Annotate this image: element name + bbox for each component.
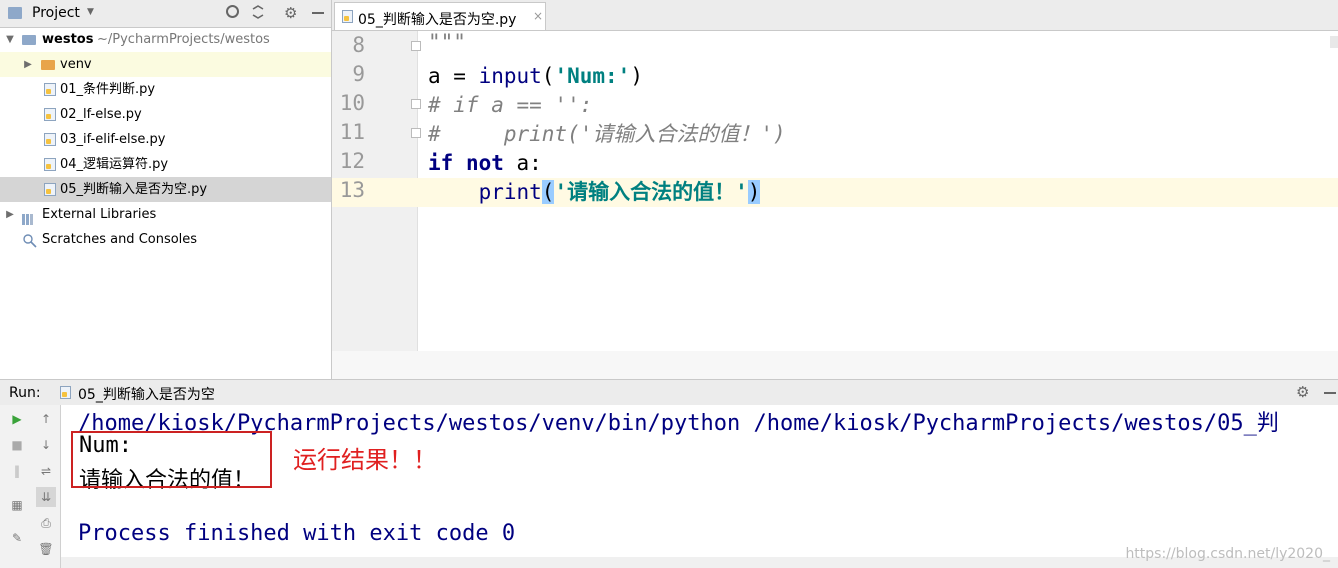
hide-icon[interactable] bbox=[312, 12, 324, 14]
line-number: 13 bbox=[339, 178, 365, 202]
python-file-icon bbox=[44, 108, 56, 121]
editor-tab-active[interactable]: 05_判断输入是否为空.py × bbox=[334, 2, 546, 30]
tree-item-label: 04_逻辑运算符.py bbox=[60, 157, 169, 172]
tree-item-label: External Libraries bbox=[42, 207, 157, 222]
close-icon[interactable]: × bbox=[533, 9, 543, 23]
run-tab-label[interactable]: 05_判断输入是否为空 bbox=[78, 384, 215, 404]
console-exit-message: Process finished with exit code 0 bbox=[78, 521, 516, 546]
tree-item-external-libraries[interactable]: ▶ External Libraries bbox=[0, 202, 331, 227]
tree-item-label: 02_lf-else.py bbox=[60, 107, 142, 122]
watermark: https://blog.csdn.net/ly2020_ bbox=[1125, 546, 1330, 562]
tree-item-scratches[interactable]: Scratches and Consoles bbox=[0, 227, 331, 252]
project-panel-title[interactable]: Project bbox=[32, 5, 80, 21]
tree-item-westos[interactable]: ▼ westos ~/PycharmProjects/westos bbox=[0, 27, 331, 52]
scroll-to-end-icon[interactable]: ⇊ bbox=[36, 487, 56, 507]
line-number: 10 bbox=[339, 91, 365, 115]
python-file-icon bbox=[44, 158, 56, 171]
line-number: 11 bbox=[339, 120, 365, 144]
code-line-9: a = input('Num:') bbox=[428, 64, 643, 88]
tree-item-venv[interactable]: ▶ venv bbox=[0, 52, 331, 77]
editor-footer bbox=[332, 351, 1338, 379]
fold-marker-icon[interactable] bbox=[411, 99, 421, 109]
chevron-right-icon[interactable]: ▶ bbox=[5, 202, 15, 227]
tree-item-label: 05_判断输入是否为空.py bbox=[60, 182, 208, 197]
tree-item-file[interactable]: 02_lf-else.py bbox=[0, 102, 331, 127]
tree-item-label: Scratches and Consoles bbox=[42, 232, 198, 247]
python-file-icon bbox=[44, 83, 56, 96]
result-annotation: 运行结果！！ bbox=[293, 446, 437, 474]
arrow-down-icon[interactable]: ↓ bbox=[36, 435, 56, 455]
tree-item-file[interactable]: 01_条件判断.py bbox=[0, 77, 331, 102]
folder-icon bbox=[41, 60, 55, 70]
run-panel-header: Run: 05_判断输入是否为空 ⚙ bbox=[0, 379, 1338, 407]
gear-icon[interactable]: ⚙ bbox=[1296, 383, 1309, 401]
python-file-icon bbox=[44, 133, 56, 146]
line-number: 12 bbox=[339, 149, 365, 173]
tree-item-label: venv bbox=[60, 57, 92, 72]
python-file-icon bbox=[44, 183, 56, 196]
code-line-10: # if a == '': bbox=[428, 93, 593, 117]
print-icon[interactable]: ⎙ bbox=[36, 513, 56, 533]
folder-icon bbox=[22, 35, 36, 45]
line-number: 8 bbox=[352, 33, 365, 57]
collapse-icon[interactable] bbox=[252, 5, 264, 19]
line-number: 9 bbox=[352, 62, 365, 86]
tree-item-label: 01_条件判断.py bbox=[60, 82, 156, 97]
rerun-icon[interactable]: ▶ bbox=[7, 409, 27, 429]
gear-icon[interactable]: ⚙ bbox=[284, 4, 297, 22]
run-label: Run: bbox=[9, 385, 41, 401]
project-panel: Project ▼ ⚙ ▼ westos ~/PycharmProjects/w… bbox=[0, 0, 332, 379]
scratches-icon bbox=[23, 232, 37, 248]
layout-icon[interactable]: ▦ bbox=[7, 495, 27, 515]
library-icon bbox=[22, 209, 36, 225]
tree-item-file[interactable]: 04_逻辑运算符.py bbox=[0, 152, 331, 177]
arrow-up-icon[interactable]: ↑ bbox=[36, 409, 56, 429]
code-line-13: print('请输入合法的值！') bbox=[478, 180, 761, 204]
hide-icon[interactable] bbox=[1324, 392, 1336, 394]
pin-icon[interactable]: ✎ bbox=[7, 528, 27, 548]
code-line-8: """ bbox=[428, 30, 466, 44]
tree-item-label: westos bbox=[42, 32, 94, 47]
python-file-icon bbox=[60, 386, 71, 399]
code-line-11: # print('请输入合法的值！') bbox=[428, 122, 786, 146]
chevron-right-icon[interactable]: ▶ bbox=[23, 52, 33, 77]
tab-label: 05_判断输入是否为空.py bbox=[358, 12, 517, 28]
run-toolbar: ▶ ↑ ■ ↓ ‖ ⇌ ▦ ⇊ ⎙ ✎ 🗑 bbox=[0, 405, 61, 568]
fold-marker-icon[interactable] bbox=[411, 41, 421, 51]
trash-icon[interactable]: 🗑 bbox=[36, 539, 56, 559]
editor-scrollbar[interactable] bbox=[1330, 36, 1338, 48]
fold-marker-icon[interactable] bbox=[411, 128, 421, 138]
tree-item-file[interactable]: 03_if-elif-else.py bbox=[0, 127, 331, 152]
chevron-down-icon[interactable]: ▼ bbox=[5, 27, 15, 52]
result-highlight-box bbox=[71, 431, 272, 488]
pause-icon[interactable]: ‖ bbox=[7, 461, 27, 481]
tree-item-file-selected[interactable]: 05_判断输入是否为空.py bbox=[0, 177, 331, 202]
project-icon bbox=[8, 7, 22, 19]
target-icon[interactable] bbox=[226, 5, 239, 18]
soft-wrap-icon[interactable]: ⇌ bbox=[36, 461, 56, 481]
code-line-12: if not a: bbox=[428, 151, 542, 175]
python-file-icon bbox=[342, 10, 353, 23]
stop-icon[interactable]: ■ bbox=[7, 435, 27, 455]
project-panel-header: Project ▼ ⚙ bbox=[0, 0, 331, 28]
tree-item-path: ~/PycharmProjects/westos bbox=[97, 32, 270, 47]
chevron-down-icon[interactable]: ▼ bbox=[87, 7, 94, 17]
tree-item-label: 03_if-elif-else.py bbox=[60, 132, 166, 147]
